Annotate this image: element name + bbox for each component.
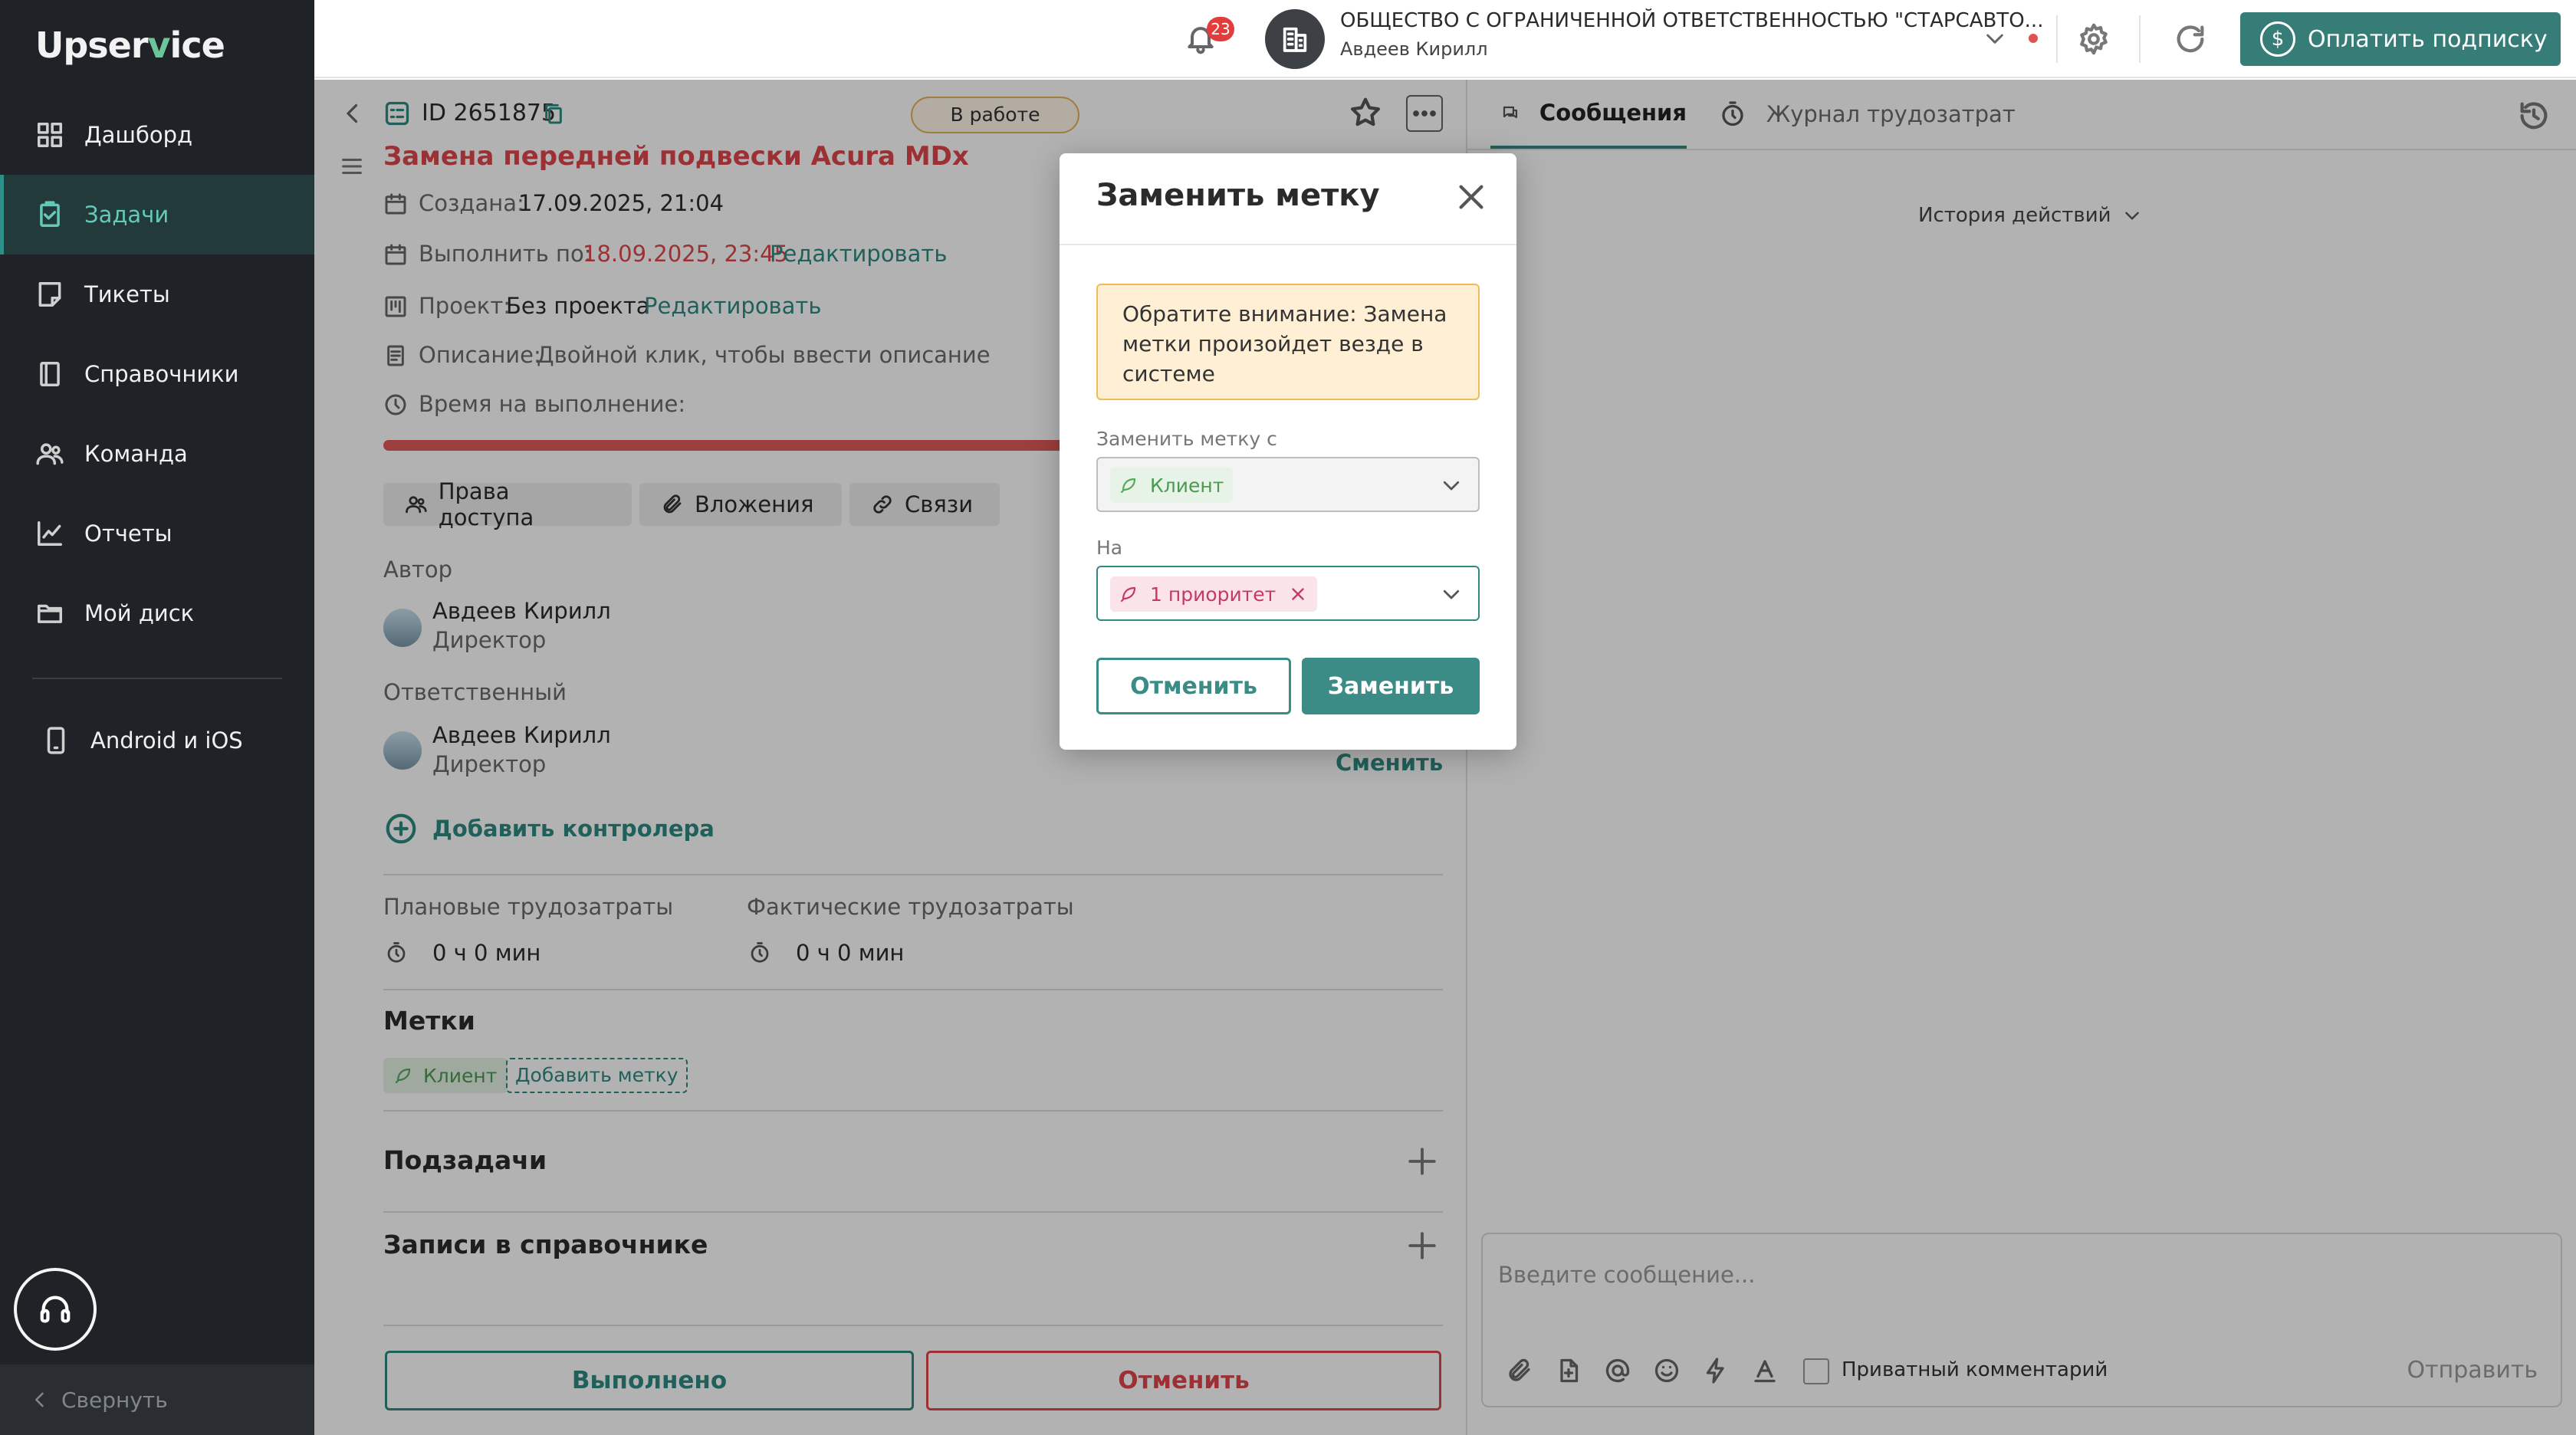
chevron-down-icon [1443, 589, 1460, 599]
sidebar-item-label: Мой диск [84, 600, 195, 626]
replace-from-label: Заменить метку с [1096, 428, 1277, 450]
book-icon [40, 362, 60, 386]
online-status-dot [2029, 34, 2038, 43]
notifications-button[interactable]: 23 [1181, 17, 1234, 63]
sidebar-item-mobile-apps[interactable]: Android и iOS [0, 701, 314, 780]
organization-dropdown[interactable] [1983, 26, 2007, 51]
dialog-divider [1060, 244, 1516, 245]
logo-text-end: ice [169, 25, 225, 66]
dollar-icon: $ [2260, 21, 2295, 57]
tag-feather-icon [1120, 478, 1136, 494]
selected-tag-label: Клиент [1150, 474, 1224, 497]
sidebar-divider [32, 678, 282, 679]
refresh-button[interactable] [2173, 21, 2208, 57]
sidebar-item-label: Тикеты [84, 281, 170, 307]
organization-name[interactable]: ОБЩЕСТВО С ОГРАНИЧЕННОЙ ОТВЕТСТВЕННОСТЬЮ… [1340, 9, 2043, 32]
logo-text: Upser [35, 25, 149, 66]
sidebar-item-tasks[interactable]: Задачи [0, 175, 314, 254]
dashboard-icon [38, 123, 62, 147]
topbar: 23 ОБЩЕСТВО С ОГРАНИЧЕННОЙ ОТВЕТСТВЕННОС… [314, 0, 2576, 78]
folder-icon [38, 604, 62, 623]
replace-to-select[interactable]: 1 приоритет [1096, 566, 1480, 621]
pay-subscription-label: Оплатить подписку [2308, 25, 2548, 53]
app-logo[interactable]: Upservice [35, 25, 225, 66]
topbar-divider [2056, 15, 2058, 63]
replace-to-label: На [1096, 537, 1123, 559]
selected-tag-client: Клиент [1110, 468, 1234, 503]
remove-tag-icon[interactable] [1288, 584, 1308, 604]
app-root: Upservice Дашборд Задачи Тикеты Справочн… [0, 0, 2576, 1435]
dialog-replace-button[interactable]: Заменить [1302, 658, 1480, 714]
reports-icon [38, 521, 62, 546]
close-dialog-button[interactable] [1454, 179, 1489, 215]
settings-button[interactable] [2076, 21, 2111, 57]
support-button[interactable] [14, 1268, 97, 1351]
phone-icon [47, 727, 65, 754]
collapse-sidebar-button[interactable]: Свернуть [0, 1364, 314, 1435]
sidebar-nav: Дашборд Задачи Тикеты Справочники Команд… [0, 95, 314, 653]
chevron-down-icon [1986, 34, 2003, 44]
replace-from-select[interactable]: Клиент [1096, 457, 1480, 512]
warning-notice: Обратите внимание: Замена метки произойд… [1096, 284, 1480, 400]
sidebar-item-reports[interactable]: Отчеты [0, 494, 314, 573]
sidebar-mobile-section: Android и iOS [0, 701, 314, 780]
dropdown-chevron[interactable] [1440, 583, 1463, 606]
sidebar-item-label: Справочники [84, 361, 239, 387]
headset-icon [40, 1295, 71, 1323]
gear-icon [2080, 23, 2108, 55]
chevron-left-icon [35, 1392, 44, 1407]
selected-tag-priority: 1 приоритет [1110, 576, 1318, 612]
sidebar-item-label: Команда [84, 441, 188, 467]
tag-feather-icon [1120, 586, 1136, 603]
selected-tag-label: 1 приоритет [1150, 583, 1276, 606]
logo-accent: v [147, 25, 171, 66]
sidebar-item-tickets[interactable]: Тикеты [0, 254, 314, 334]
current-user-name: Авдеев Кирилл [1340, 38, 1488, 60]
dialog-cancel-button[interactable]: Отменить [1096, 658, 1291, 714]
dropdown-chevron[interactable] [1440, 474, 1463, 497]
sidebar-item-label: Отчеты [84, 520, 172, 547]
sidebar-item-references[interactable]: Справочники [0, 334, 314, 414]
sidebar: Upservice Дашборд Задачи Тикеты Справочн… [0, 0, 314, 1435]
topbar-divider [2139, 15, 2141, 63]
chevron-down-icon [1443, 481, 1460, 491]
dialog-title: Заменить метку [1096, 178, 1380, 213]
tickets-icon [38, 282, 61, 307]
close-icon [1459, 185, 1484, 209]
building-icon [1283, 27, 1307, 52]
sidebar-item-label: Задачи [84, 202, 169, 228]
sidebar-item-label: Android и iOS [90, 727, 243, 754]
tasks-icon [40, 201, 60, 227]
notifications-badge: 23 [1207, 17, 1234, 41]
sidebar-item-dashboard[interactable]: Дашборд [0, 95, 314, 175]
team-icon [36, 443, 64, 465]
replace-tag-dialog: Заменить метку Обратите внимание: Замена… [1060, 153, 1516, 750]
organization-avatar[interactable] [1265, 9, 1325, 69]
pay-subscription-button[interactable]: $ Оплатить подписку [2240, 12, 2561, 66]
refresh-icon [2177, 25, 2204, 53]
sidebar-item-label: Дашборд [84, 122, 193, 148]
sidebar-item-my-disk[interactable]: Мой диск [0, 573, 314, 653]
sidebar-item-team[interactable]: Команда [0, 414, 314, 494]
collapse-label: Свернуть [61, 1387, 168, 1413]
